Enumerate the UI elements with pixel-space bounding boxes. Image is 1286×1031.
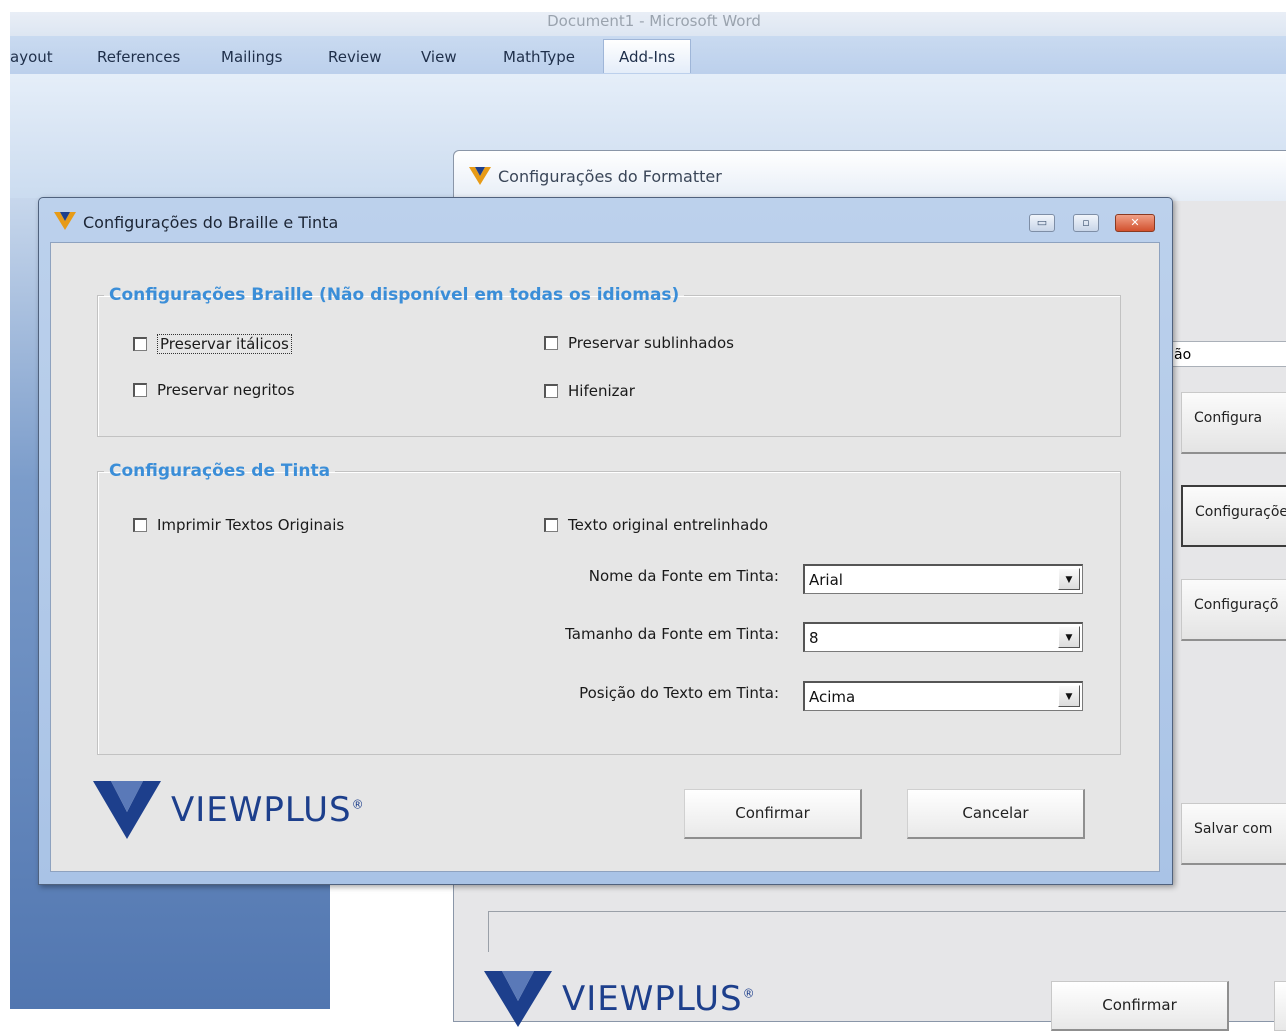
viewplus-app-icon [469, 167, 491, 185]
maximize-button[interactable]: ▫ [1073, 214, 1099, 232]
formatter-config-button-2[interactable]: Configuraçõe [1181, 485, 1286, 547]
cancel-button[interactable]: Cancelar [907, 789, 1085, 839]
braille-group-legend: Configurações Braille (Não disponível em… [109, 285, 680, 305]
chevron-down-icon[interactable]: ▼ [1058, 568, 1080, 590]
formatter-title: Configurações do Formatter [498, 167, 722, 186]
checkbox-box[interactable] [133, 383, 147, 397]
checkbox-box[interactable] [133, 518, 147, 532]
formatter-logo-text: VIEWPLUS [562, 979, 743, 1019]
dialog-client-area: Configurações Braille (Não disponível em… [50, 242, 1160, 872]
chevron-down-icon[interactable]: ▼ [1058, 626, 1080, 648]
hyphenate-checkbox[interactable]: Hifenizar [544, 382, 635, 400]
checkbox-label: Preservar itálicos [157, 334, 292, 354]
preserve-bold-checkbox[interactable]: Preservar negritos [133, 381, 295, 399]
tab-review[interactable]: Review [328, 48, 382, 66]
preserve-underline-checkbox[interactable]: Preservar sublinhados [544, 334, 734, 352]
ink-font-name-select[interactable]: Arial ▼ [803, 564, 1083, 594]
ink-text-position-select[interactable]: Acima ▼ [803, 681, 1083, 711]
logo-text: VIEWPLUS [171, 790, 352, 830]
checkbox-label: Preservar sublinhados [568, 334, 734, 352]
tab-layout[interactable]: ayout [10, 48, 53, 66]
checkbox-box[interactable] [133, 337, 147, 351]
select-value: Acima [809, 688, 856, 706]
chevron-down-icon[interactable]: ▼ [1058, 685, 1080, 707]
formatter-config-button-1[interactable]: Configura [1181, 392, 1286, 454]
select-value: Arial [809, 571, 843, 589]
formatter-save-button[interactable]: Salvar com [1181, 803, 1286, 865]
interlined-text-checkbox[interactable]: Texto original entrelinhado [544, 516, 768, 534]
select-value: 8 [809, 629, 819, 647]
tab-add-ins[interactable]: Add-Ins [603, 39, 692, 73]
ink-text-position-label: Posição do Texto em Tinta: [579, 684, 779, 702]
confirm-button[interactable]: Confirmar [684, 789, 862, 839]
formatter-group-panel [488, 911, 1286, 952]
checkbox-box[interactable] [544, 336, 558, 350]
formatter-text-field[interactable]: ão [1169, 341, 1286, 367]
formatter-config-button-3[interactable]: Configuraçõ [1181, 579, 1286, 641]
viewplus-logo-icon [484, 971, 552, 1027]
ribbon-tab-bar: ayout References Mailings Review View Ma… [10, 36, 1286, 74]
close-button[interactable]: ✕ [1115, 214, 1155, 232]
print-original-text-checkbox[interactable]: Imprimir Textos Originais [133, 516, 344, 534]
checkbox-box[interactable] [544, 518, 558, 532]
registered-mark: ® [351, 797, 365, 812]
checkbox-label: Texto original entrelinhado [568, 516, 769, 534]
preserve-italics-checkbox[interactable]: Preservar itálicos [133, 334, 292, 354]
formatter-title-bar: Configurações do Formatter [454, 151, 1286, 201]
braille-settings-group: Configurações Braille (Não disponível em… [97, 285, 1121, 437]
checkbox-label: Imprimir Textos Originais [157, 516, 345, 534]
dialog-title-bar[interactable]: Configurações do Braille e Tinta ▭ ▫ ✕ [39, 198, 1172, 242]
minimize-button[interactable]: ▭ [1029, 214, 1055, 232]
checkbox-label: Hifenizar [568, 382, 635, 400]
viewplus-logo-icon [93, 781, 161, 839]
checkbox-box[interactable] [544, 384, 558, 398]
word-title: Document1 - Microsoft Word [547, 12, 761, 30]
registered-mark: ® [742, 986, 756, 1001]
formatter-cancel-button[interactable] [1274, 981, 1286, 1031]
tab-mathtype[interactable]: MathType [503, 48, 575, 66]
viewplus-app-icon [54, 212, 76, 230]
checkbox-label: Preservar negritos [157, 381, 295, 399]
formatter-viewplus-logo: VIEWPLUS® [484, 969, 756, 1029]
viewplus-logo: VIEWPLUS® [93, 779, 365, 841]
tab-view[interactable]: View [421, 48, 457, 66]
braille-settings-dialog: Configurações do Braille e Tinta ▭ ▫ ✕ C… [38, 197, 1173, 885]
ink-font-size-select[interactable]: 8 ▼ [803, 622, 1083, 652]
tab-references[interactable]: References [97, 48, 180, 66]
tab-mailings[interactable]: Mailings [221, 48, 282, 66]
word-title-bar: Document1 - Microsoft Word [10, 12, 1286, 36]
ink-font-name-label: Nome da Fonte em Tinta: [588, 567, 779, 585]
formatter-confirm-button[interactable]: Confirmar [1051, 981, 1229, 1031]
ink-group-legend: Configurações de Tinta [109, 461, 331, 481]
dialog-title: Configurações do Braille e Tinta [83, 213, 339, 232]
ink-font-size-label: Tamanho da Fonte em Tinta: [565, 625, 779, 643]
